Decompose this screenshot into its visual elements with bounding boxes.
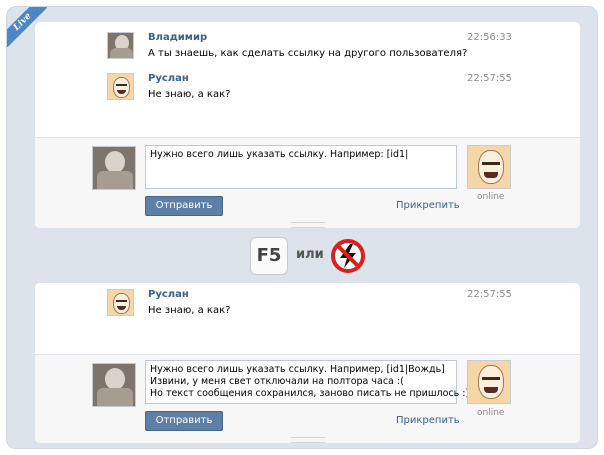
resize-handle[interactable] [291,222,325,228]
message-item: Владимир А ты знаешь, как сделать ссылку… [35,32,580,72]
message-input[interactable]: Нужно всего лишь указать ссылку. Наприме… [145,360,469,404]
online-status: online [477,192,505,202]
message-text: Не знаю, а как? [148,89,231,100]
message-time: 22:57:55 [467,289,512,300]
send-button[interactable]: Отправить [145,196,223,216]
online-status: online [477,408,505,418]
self-avatar[interactable] [92,146,136,190]
message-author[interactable]: Руслан [148,73,189,84]
message-text: Не знаю, а как? [148,305,231,316]
f5-key: F5 [250,237,288,275]
compose-area: Нужно всего лишь указать ссылку. Наприме… [35,354,580,443]
ruslan-avatar[interactable] [107,289,134,316]
chat-panel-before-refresh: Владимир А ты знаешь, как сделать ссылку… [34,21,581,229]
chat-panel-after-refresh: Руслан Не знаю, а как? 22:57:55 Нужно вс… [34,282,581,444]
vladimir-avatar[interactable] [107,32,134,59]
attach-link[interactable]: Прикрепить [396,415,460,426]
no-power-icon [331,239,365,273]
compose-area: Нужно всего лишь указать ссылку. Наприме… [35,137,580,228]
message-author[interactable]: Владимир [148,32,207,43]
screenshot-frame: Live Владимир А ты знаешь, как сделать с… [6,6,598,449]
message-input[interactable]: Нужно всего лишь указать ссылку. Наприме… [145,145,457,189]
message-author[interactable]: Руслан [148,289,189,300]
message-time: 22:57:55 [467,73,512,84]
message-time: 22:56:33 [467,32,512,43]
ruslan-avatar[interactable] [107,73,134,100]
or-label: или [296,247,324,262]
send-button[interactable]: Отправить [145,411,223,431]
message-text: А ты знаешь, как сделать ссылку на друго… [148,48,468,59]
separator-row: F5 или [7,234,597,278]
resize-handle[interactable] [291,437,325,443]
peer-avatar[interactable] [467,145,511,189]
peer-avatar[interactable] [467,360,511,404]
message-item: Руслан Не знаю, а как? 22:57:55 [35,73,580,113]
self-avatar[interactable] [92,363,136,407]
attach-link[interactable]: Прикрепить [396,200,460,211]
message-item: Руслан Не знаю, а как? 22:57:55 [35,289,580,329]
